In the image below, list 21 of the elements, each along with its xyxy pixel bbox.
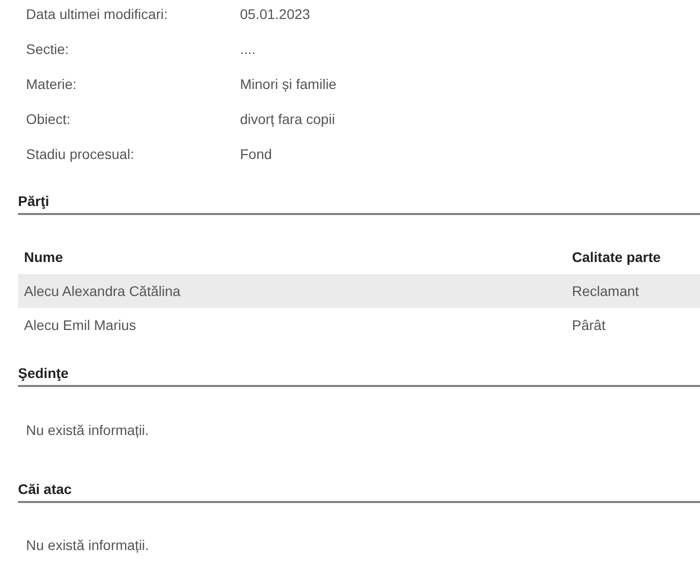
field-value: Minori și familie [240, 75, 336, 94]
table-cell-text: Reclamant [572, 282, 639, 300]
field-label: Sectie: [25, 40, 70, 59]
section-heading: Şedinţe [18, 363, 700, 387]
empty-message: Nu există informații. [25, 421, 150, 440]
column-header: Calitate parte [572, 248, 661, 267]
field-label: Stadiu procesual: [25, 145, 136, 164]
field-value: .... [240, 40, 256, 59]
field-value: 05.01.2023 [240, 5, 310, 24]
table-cell-text: Pârât [572, 316, 606, 334]
table-cell-text: Alecu Emil Marius [23, 316, 138, 334]
field-value: divorț fara copii [240, 110, 335, 129]
empty-message: Nu există informații. [25, 536, 150, 555]
field-value: Fond [240, 145, 272, 164]
field-label: Materie: [25, 75, 78, 94]
table-cell-text: Alecu Alexandra Cătălina [23, 282, 182, 300]
field-label: Data ultimei modificari: [25, 5, 169, 24]
field-label: Obiect: [25, 110, 72, 129]
section-heading: Părţi [18, 191, 700, 215]
section-heading: Căi atac [18, 479, 700, 503]
column-header: Nume [23, 248, 64, 266]
